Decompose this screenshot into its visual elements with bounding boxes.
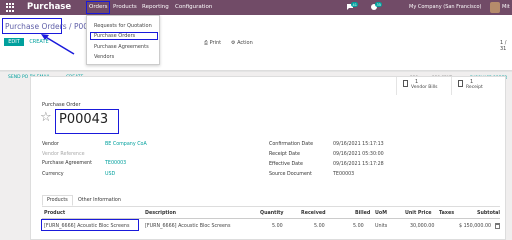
col-received[interactable]: Received bbox=[301, 211, 326, 216]
print-menu[interactable]: ⎙ Print bbox=[204, 40, 221, 46]
source-document-label: Source Document bbox=[269, 172, 312, 177]
truck-icon bbox=[458, 80, 463, 87]
trash-icon[interactable] bbox=[495, 223, 500, 229]
app-name: Purchase bbox=[27, 2, 72, 12]
breadcrumb-purchase-orders[interactable]: Purchase Orders bbox=[5, 22, 67, 31]
tab-products[interactable]: Products bbox=[42, 195, 73, 206]
orders-dropdown: Requests for Quotation Purchase Orders P… bbox=[86, 15, 160, 65]
receipt-button[interactable]: 1 Receipt bbox=[451, 77, 497, 95]
po-name: P00043 bbox=[59, 112, 109, 127]
breadcrumb: Purchase Orders / P000 bbox=[5, 22, 93, 31]
row-billed[interactable]: 5.00 bbox=[353, 224, 364, 229]
activity-badge: 35 bbox=[375, 2, 383, 7]
form-title-label: Purchase Order bbox=[42, 102, 81, 108]
purchase-agreement-label: Purchase Agreement bbox=[42, 161, 92, 166]
effective-date-label: Effective Date bbox=[269, 162, 303, 167]
receipt-date-value: 09/16/2021 05:30:00 bbox=[333, 152, 384, 157]
receipt-label: Receipt bbox=[466, 85, 483, 90]
menu-item-purchase-agreements[interactable]: Purchase Agreements bbox=[94, 44, 149, 50]
row-received[interactable]: 5.00 bbox=[314, 224, 325, 229]
col-description[interactable]: Description bbox=[145, 211, 176, 216]
menu-item-purchase-orders[interactable]: Purchase Orders bbox=[90, 32, 158, 40]
menu-configuration[interactable]: Configuration bbox=[175, 4, 212, 10]
vendor-label: Vendor bbox=[42, 142, 59, 147]
chat-icon[interactable]: 41 bbox=[346, 2, 359, 12]
action-menu[interactable]: ⚙ Action bbox=[231, 40, 253, 46]
vendor-reference-label: Vendor Reference bbox=[42, 152, 85, 157]
annotation-arrow bbox=[41, 34, 75, 55]
company-switcher[interactable]: My Company (San Francisco) bbox=[409, 4, 482, 10]
purchase-agreement-value[interactable]: TE00003 bbox=[105, 161, 126, 166]
currency-label: Currency bbox=[42, 172, 64, 177]
apps-menu-icon[interactable] bbox=[6, 3, 15, 12]
row-subtotal: $ 150,000.00 bbox=[459, 224, 492, 229]
menu-item-vendors[interactable]: Vendors bbox=[94, 54, 114, 60]
col-billed[interactable]: Billed bbox=[355, 211, 370, 216]
vendor-value[interactable]: BE Company CoA bbox=[105, 142, 147, 147]
user-name[interactable]: Mit bbox=[502, 4, 510, 10]
vendor-bills-label: Vendor Bills bbox=[411, 85, 438, 90]
user-avatar[interactable] bbox=[490, 2, 500, 13]
menu-products[interactable]: Products bbox=[113, 4, 137, 10]
chat-badge: 41 bbox=[351, 2, 359, 7]
receipt-date-label: Receipt Date bbox=[269, 152, 300, 157]
col-subtotal[interactable]: Subtotal bbox=[477, 211, 500, 216]
source-document-value: TE00003 bbox=[333, 172, 355, 177]
confirmation-date-label: Confirmation Date bbox=[269, 142, 314, 147]
tab-divider bbox=[42, 206, 500, 207]
confirmation-date-value: 09/16/2021 15:17:13 bbox=[333, 142, 384, 147]
col-uom[interactable]: UoM bbox=[375, 211, 387, 216]
vendor-bills-button[interactable]: 1 Vendor Bills bbox=[396, 77, 442, 95]
col-quantity[interactable]: Quantity bbox=[260, 211, 284, 216]
row-uom[interactable]: Units bbox=[375, 224, 387, 229]
effective-date-value: 09/16/2021 15:17:28 bbox=[333, 162, 384, 167]
menu-item-rfq[interactable]: Requests for Quotation bbox=[94, 23, 152, 29]
activity-icon[interactable]: 35 bbox=[370, 2, 383, 12]
print-label: Print bbox=[209, 40, 222, 46]
row-quantity[interactable]: 5.00 bbox=[272, 224, 283, 229]
row-unit-price[interactable]: 30,000.00 bbox=[410, 224, 434, 229]
action-label: Action bbox=[237, 40, 253, 46]
top-navbar: Purchase Orders Products Reporting Confi… bbox=[0, 0, 512, 15]
bill-icon bbox=[403, 80, 408, 87]
row-description[interactable]: [FURN_6666] Acoustic Bloc Screens bbox=[145, 224, 230, 229]
edit-button[interactable]: EDIT bbox=[4, 38, 24, 46]
pager[interactable]: 1 / 31 bbox=[500, 40, 512, 52]
tab-other-information[interactable]: Other Information bbox=[73, 195, 126, 206]
menu-orders[interactable]: Orders bbox=[86, 1, 110, 14]
menu-reporting[interactable]: Reporting bbox=[142, 4, 169, 10]
currency-value[interactable]: USD bbox=[105, 172, 115, 177]
breadcrumb-separator: / bbox=[66, 22, 74, 31]
col-product[interactable]: Product bbox=[44, 211, 65, 216]
row-product[interactable]: [FURN_6666] Acoustic Bloc Screens bbox=[44, 224, 129, 229]
star-icon[interactable]: ☆ bbox=[40, 110, 52, 125]
col-taxes[interactable]: Taxes bbox=[439, 211, 454, 216]
col-unit-price[interactable]: Unit Price bbox=[405, 211, 432, 216]
